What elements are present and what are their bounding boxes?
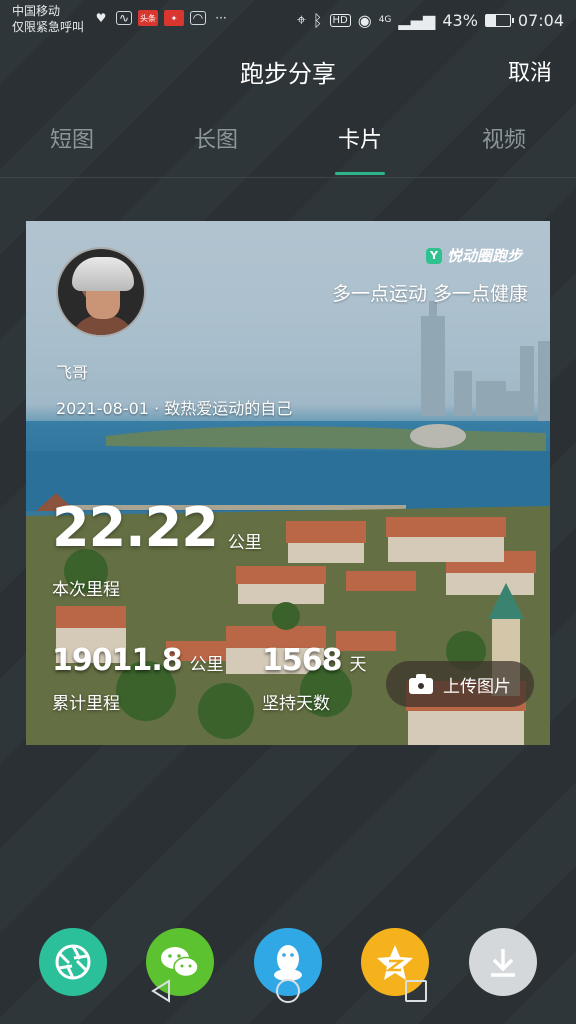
home-circle-icon[interactable] — [276, 979, 300, 1003]
slogan: 多一点运动 多一点健康 — [331, 283, 528, 305]
total-distance-value: 19011.8 — [52, 643, 183, 678]
carrier-status: 仅限紧急呼叫 — [12, 20, 85, 34]
browser-app-icon: ◠ — [190, 11, 206, 25]
upload-photo-label: 上传图片 — [443, 676, 511, 697]
battery-icon — [484, 13, 514, 27]
user-avatar — [56, 247, 146, 337]
status-bar: 中国移动 仅限紧急呼叫 ♥ ∿ 头条 ✦ ◠ ··· ⌖ ᛒ HD ◉ 4G ▂… — [0, 0, 576, 40]
current-distance-value: 22.22 — [52, 496, 219, 559]
tab-short-image[interactable]: 短图 — [0, 118, 144, 177]
clock: 07:04 — [517, 10, 564, 30]
location-icon: ⌖ — [296, 10, 306, 29]
carrier-info: 中国移动 仅限紧急呼叫 — [12, 3, 84, 35]
tab-card[interactable]: 卡片 — [288, 118, 432, 177]
brand-logo: Y 悦动圈跑步 — [425, 245, 522, 266]
game-app-icon: ✦ — [164, 10, 184, 26]
date-dedication: 2021-08-01 · 致热爱运动的自己 — [56, 399, 293, 418]
current-distance: 22.22 公里 — [52, 501, 262, 555]
activity-icon: ∿ — [116, 11, 132, 25]
streak-days-unit: 天 — [349, 655, 367, 675]
share-type-tabs: 短图 长图 卡片 视频 — [0, 118, 576, 178]
signal-label: 4G — [378, 15, 392, 25]
battery-level — [485, 14, 497, 26]
streak-days-value: 1568 — [262, 643, 342, 678]
system-status: ⌖ ᛒ HD ◉ 4G ▂▄▆ 43% 07:04 — [297, 10, 564, 30]
signal-bars-icon: ▂▄▆ — [398, 10, 436, 30]
recent-apps-icon[interactable] — [405, 980, 427, 1002]
bluetooth-icon: ᛒ — [312, 10, 323, 30]
share-card: Y 悦动圈跑步 多一点运动 多一点健康 飞哥 2021-08-01 · 致热爱运… — [26, 221, 550, 745]
cancel-button[interactable]: 取消 — [508, 52, 552, 96]
eye-icon: ◉ — [357, 10, 372, 30]
upload-photo-button[interactable]: 上传图片 — [386, 661, 534, 707]
total-distance-unit: 公里 — [189, 655, 224, 675]
heart-rate-icon: ♥ — [95, 11, 107, 25]
more-dots-icon: ··· — [215, 11, 227, 25]
total-distance: 19011.8 公里 — [52, 645, 224, 677]
tab-long-image[interactable]: 长图 — [144, 118, 288, 177]
streak-days: 1568 天 — [262, 645, 367, 677]
system-nav-bar — [0, 975, 576, 1009]
username: 飞哥 — [56, 363, 89, 382]
page-title: 跑步分享 — [240, 60, 336, 88]
page-header: 跑步分享 取消 — [0, 52, 576, 96]
hd-badge: HD — [329, 13, 351, 27]
brand-mark-icon: Y — [425, 247, 442, 264]
back-triangle-icon[interactable] — [150, 979, 172, 1003]
avatar-hair — [72, 257, 134, 291]
tab-video[interactable]: 视频 — [432, 118, 576, 177]
current-distance-label: 本次里程 — [52, 580, 120, 600]
streak-days-label: 坚持天数 — [262, 694, 330, 714]
total-distance-label: 累计里程 — [52, 694, 120, 714]
battery-percent: 43% — [442, 10, 478, 30]
camera-icon — [409, 674, 433, 694]
brand-name: 悦动圈跑步 — [446, 247, 522, 265]
toutiao-app-icon: 头条 — [138, 10, 158, 26]
carrier-name: 中国移动 — [12, 4, 61, 18]
current-distance-unit: 公里 — [227, 533, 262, 553]
notification-icons: ♥ ∿ 头条 ✦ ◠ ··· — [92, 10, 230, 26]
